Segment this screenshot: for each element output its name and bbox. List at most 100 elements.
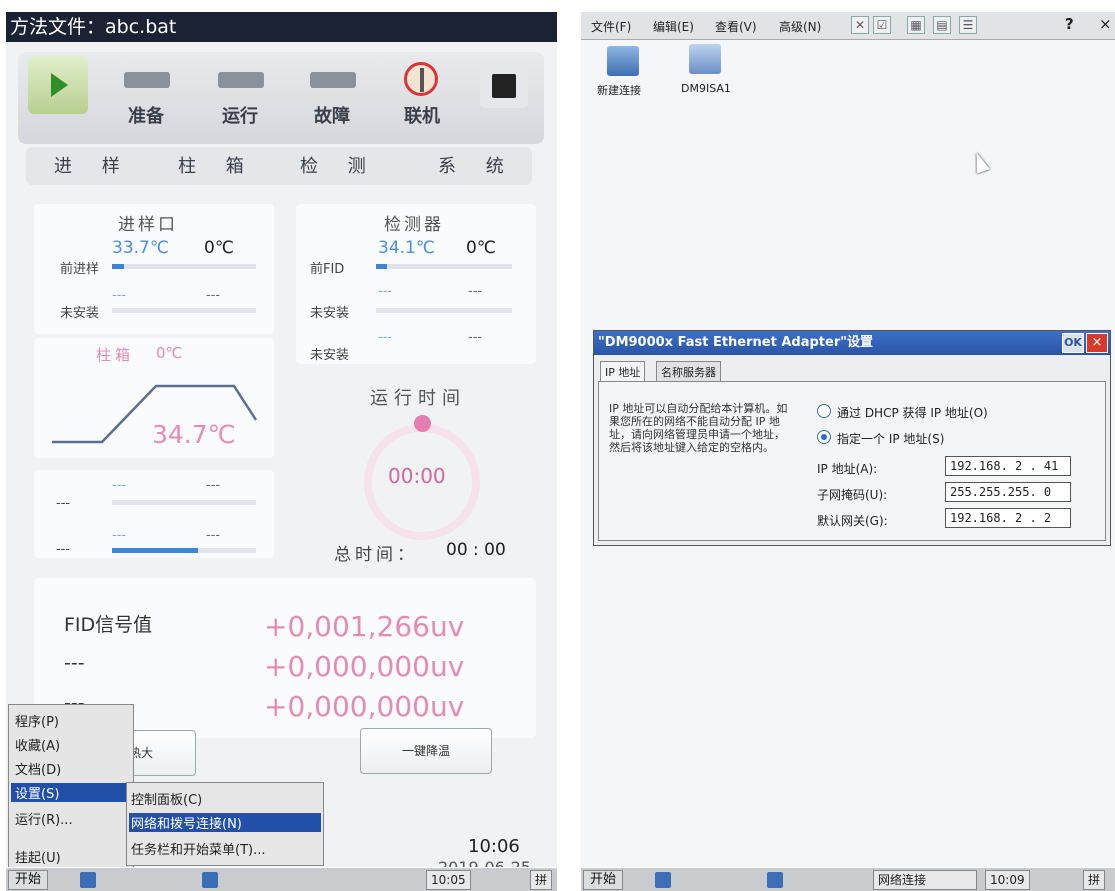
aux-row1-bar bbox=[112, 500, 256, 505]
online-icon bbox=[404, 62, 438, 96]
start-button[interactable]: 开始 bbox=[583, 870, 624, 890]
small-icons-icon[interactable]: ▤ bbox=[933, 16, 951, 34]
submenu-control-panel[interactable]: 控制面板(C) bbox=[131, 789, 202, 808]
aux-row2-set: --- bbox=[206, 528, 221, 543]
static-ip-radio[interactable] bbox=[817, 430, 831, 444]
submenu-network[interactable]: 网络和拨号连接(N) bbox=[129, 813, 321, 832]
start-menu-favorites[interactable]: 收藏(A) bbox=[15, 735, 60, 754]
ime-indicator[interactable]: 拼 bbox=[1083, 870, 1106, 890]
aux-row2-actual: --- bbox=[112, 528, 127, 543]
start-menu-run[interactable]: 运行(R)... bbox=[15, 809, 73, 828]
taskbar-network-connections[interactable]: 网络连接 bbox=[873, 870, 977, 890]
inlet-front-actual: 33.7℃ bbox=[112, 238, 169, 258]
method-file-title: 方法文件：abc.bat bbox=[6, 12, 557, 42]
network-settings-screen: 文件(F) 编辑(E) 查看(V) 高级(N) ✕ ☑ ▦ ▤ ☰ ? × 新建… bbox=[581, 12, 1115, 891]
gateway-field[interactable]: 192.168. 2 . 2 bbox=[945, 508, 1071, 528]
subnet-mask-field[interactable]: 255.255.255. 0 bbox=[945, 482, 1071, 502]
tray-clock[interactable]: 10:09 bbox=[985, 870, 1030, 890]
detector-front-progress bbox=[376, 264, 512, 269]
dialog-ok-button[interactable]: OK bbox=[1062, 333, 1084, 353]
menu-bar: 文件(F) 编辑(E) 查看(V) 高级(N) ✕ ☑ ▦ ▤ ☰ ? × bbox=[581, 12, 1115, 40]
play-icon bbox=[51, 73, 68, 97]
signal-value-2: +0,000,000uv bbox=[264, 650, 465, 683]
aux-row1-label: --- bbox=[56, 496, 71, 511]
network-tray-icon[interactable] bbox=[655, 872, 671, 888]
submenu-taskbar[interactable]: 任务栏和开始菜单(T)... bbox=[131, 839, 265, 858]
start-run-button[interactable] bbox=[28, 56, 88, 114]
detector-title: 检测器 bbox=[384, 215, 444, 235]
inlet-rear-actual: --- bbox=[112, 288, 127, 303]
delete-icon[interactable]: ✕ bbox=[851, 16, 869, 34]
run-time-title: 运行时间 bbox=[370, 388, 466, 409]
start-menu: 程序(P) 收藏(A) 文档(D) 设置(S) 运行(R)... 挂起(U) bbox=[8, 704, 134, 872]
dialog-close-button[interactable]: × bbox=[1086, 333, 1108, 353]
ip-address-label: IP 地址(A): bbox=[817, 462, 878, 476]
signal-label-2: --- bbox=[64, 652, 85, 674]
start-menu-suspend[interactable]: 挂起(U) bbox=[15, 847, 61, 866]
start-menu-programs[interactable]: 程序(P) bbox=[15, 711, 59, 730]
run-time-value: 00:00 bbox=[388, 464, 446, 488]
properties-icon[interactable]: ☑ bbox=[873, 16, 891, 34]
run-time-dot bbox=[414, 415, 431, 432]
signal-value-fid: +0,001,266uv bbox=[264, 610, 465, 643]
inlet-front-progress bbox=[112, 264, 256, 269]
aux-row2-label: --- bbox=[56, 542, 71, 557]
menu-advanced[interactable]: 高级(N) bbox=[779, 18, 821, 35]
adapter-icon[interactable] bbox=[689, 44, 721, 74]
aux-row2-progress bbox=[112, 548, 256, 553]
new-connection-label[interactable]: 新建连接 bbox=[597, 82, 641, 98]
tab-name-servers[interactable]: 名称服务器 bbox=[656, 361, 721, 381]
network-tray-icon[interactable] bbox=[80, 872, 96, 888]
menu-edit[interactable]: 编辑(E) bbox=[653, 18, 694, 35]
dhcp-radio[interactable] bbox=[817, 404, 831, 418]
signal-value-3: +0,000,000uv bbox=[264, 690, 465, 723]
list-view-icon[interactable]: ☰ bbox=[959, 16, 977, 34]
ready-indicator bbox=[124, 72, 170, 88]
start-button[interactable]: 开始 bbox=[8, 870, 49, 890]
adapter-label[interactable]: DM9ISA1 bbox=[681, 82, 731, 95]
detector-row2-actual: --- bbox=[378, 284, 393, 299]
menu-view[interactable]: 查看(V) bbox=[715, 18, 757, 35]
ip-address-field[interactable]: 192.168. 2 . 41 bbox=[945, 456, 1071, 476]
inlet-front-label: 前进样 bbox=[60, 262, 100, 277]
stop-icon bbox=[492, 74, 516, 98]
static-ip-label[interactable]: 指定一个 IP 地址(S) bbox=[837, 430, 944, 447]
detector-row2-label: 未安装 bbox=[310, 306, 350, 321]
network-task-icon[interactable] bbox=[767, 872, 783, 888]
tab-system[interactable]: 系 统 bbox=[438, 152, 516, 178]
tab-detector[interactable]: 检 测 bbox=[300, 152, 378, 178]
detector-front-set: 0℃ bbox=[466, 238, 496, 258]
gc-controller-screen: 方法文件：abc.bat 准备 运行 故障 联机 进 样 柱 箱 检 测 系 统… bbox=[6, 12, 557, 891]
ip-description: IP 地址可以自动分配给本计算机。如果您所在的网络不能自动分配 IP 地址，请向… bbox=[609, 402, 788, 454]
total-time-label: 总时间： bbox=[334, 545, 418, 565]
close-icon[interactable]: × bbox=[1099, 15, 1112, 33]
oven-set: 0℃ bbox=[156, 344, 183, 362]
start-menu-settings[interactable]: 设置(S) bbox=[11, 783, 131, 802]
network-task-icon[interactable] bbox=[202, 872, 218, 888]
fault-indicator bbox=[310, 72, 356, 88]
tab-oven[interactable]: 柱 箱 bbox=[178, 152, 256, 178]
new-connection-icon[interactable] bbox=[607, 46, 639, 76]
taskbar: 开始 网络连接 10:09 拼 bbox=[581, 867, 1115, 891]
run-indicator bbox=[218, 72, 264, 88]
inlet-front-set: 0℃ bbox=[204, 238, 234, 258]
detector-front-actual: 34.1℃ bbox=[378, 238, 435, 258]
large-icons-icon[interactable]: ▦ bbox=[907, 16, 925, 34]
ready-label: 准备 bbox=[128, 106, 164, 127]
inlet-rear-label: 未安装 bbox=[60, 306, 100, 321]
ime-indicator[interactable]: 拼 bbox=[530, 870, 553, 890]
menu-file[interactable]: 文件(F) bbox=[591, 18, 631, 35]
oven-actual: 34.7℃ bbox=[152, 420, 236, 449]
status-bar bbox=[18, 52, 544, 144]
start-menu-documents[interactable]: 文档(D) bbox=[15, 759, 61, 778]
adapter-settings-dialog: "DM9000x Fast Ethernet Adapter"设置 OK × I… bbox=[593, 330, 1111, 546]
tray-clock[interactable]: 10:05 bbox=[426, 870, 471, 890]
help-icon[interactable]: ? bbox=[1065, 15, 1074, 33]
detector-row3-set: --- bbox=[468, 330, 483, 345]
tab-ip-address[interactable]: IP 地址 bbox=[600, 361, 646, 381]
stop-button[interactable] bbox=[480, 64, 528, 108]
tab-injection[interactable]: 进 样 bbox=[54, 152, 132, 178]
fault-label: 故障 bbox=[314, 106, 350, 127]
cool-down-button[interactable]: 一键降温 bbox=[360, 728, 492, 774]
dhcp-label[interactable]: 通过 DHCP 获得 IP 地址(O) bbox=[837, 404, 988, 421]
